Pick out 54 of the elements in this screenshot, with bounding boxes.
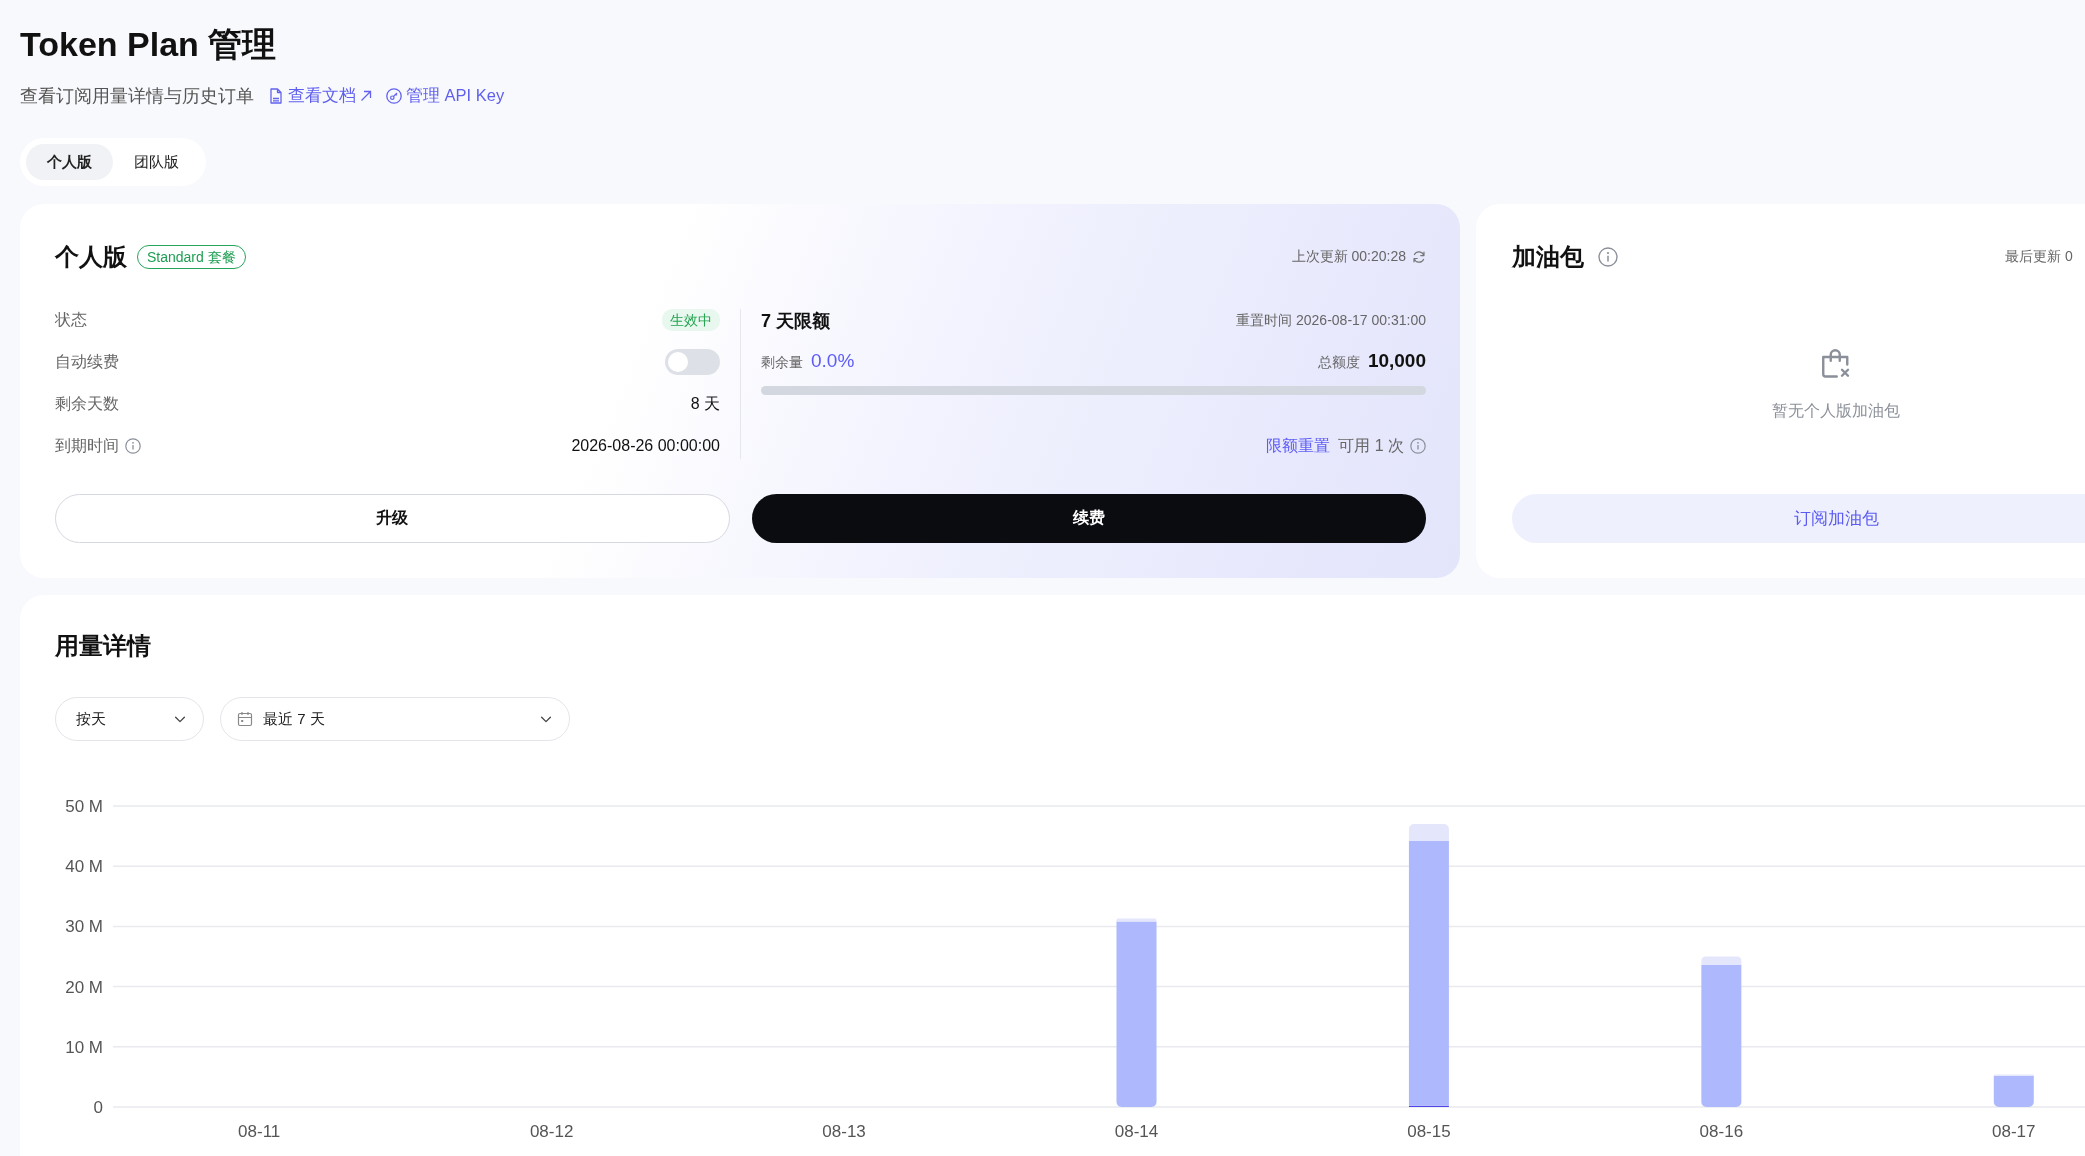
document-icon [268, 88, 284, 104]
axis-label: 08-14 [1114, 1122, 1159, 1141]
remaining-label: 剩余量 [761, 354, 803, 372]
page-title: Token Plan 管理 [20, 24, 277, 65]
reset-time: 重置时间 2026-08-17 00:31:00 [1236, 312, 1426, 330]
toggle-switch[interactable] [665, 349, 720, 375]
action-button[interactable]: 续费 [751, 494, 1426, 543]
total-label: 总额度 [1317, 354, 1360, 372]
tab[interactable]: 团队版 [113, 144, 200, 180]
docs-link[interactable]: 查看文档 [268, 85, 372, 107]
axis-label: 0 [93, 1098, 103, 1117]
calendar-icon [237, 711, 253, 727]
refresh-icon[interactable] [1412, 250, 1426, 264]
axis-label: 08-16 [1699, 1122, 1744, 1141]
axis-label: 08-11 [238, 1122, 281, 1141]
detail-value: 8 天 [690, 393, 720, 414]
page-subtitle: 查看订阅用量详情与历史订单 [20, 85, 254, 108]
axis-label: 30 M [65, 917, 103, 937]
axis-label: 50 M [65, 797, 103, 816]
info-icon[interactable] [125, 438, 141, 454]
reset-count: 可用 1 次 [1338, 435, 1404, 456]
total-value: 10,000 [1367, 350, 1426, 372]
quota-title: 7 天限额 [761, 310, 830, 333]
detail-label: 剩余天数 [55, 393, 119, 414]
subscribe-button[interactable]: 订阅加油包 [1512, 494, 2085, 543]
axis-label: 40 M [65, 857, 103, 877]
date-range-dropdown[interactable]: 最近 7 天 [220, 697, 570, 741]
bag-icon [1821, 348, 1851, 378]
axis-label: 20 M [65, 977, 103, 997]
axis-label: 08-17 [1992, 1122, 2036, 1141]
section-title: 用量详情 [55, 631, 151, 661]
detail-label: 状态 [55, 309, 87, 330]
detail-label: 自动续费 [55, 351, 119, 372]
empty-message: 暂无个人版加油包 [1772, 401, 1900, 421]
detail-value: 2026-08-26 00:00:00 [571, 437, 720, 455]
update-time: 最后更新 0 [2005, 248, 2074, 266]
status-badge: 生效中 [662, 309, 720, 331]
card-title: 加油包 [1512, 242, 1584, 272]
card-title: 个人版 [55, 242, 127, 272]
info-icon[interactable] [1410, 438, 1426, 454]
info-icon[interactable] [1598, 247, 1618, 267]
action-button[interactable]: 升级 [55, 494, 730, 543]
key-icon [386, 88, 402, 104]
axis-label: 08-12 [529, 1122, 574, 1141]
update-time: 上次更新 00:20:28 [1291, 248, 1406, 266]
axis-label: 08-13 [822, 1122, 866, 1141]
axis-label: 10 M [65, 1037, 103, 1057]
remaining-value: 0.0% [811, 350, 855, 372]
tab[interactable]: 个人版 [26, 144, 113, 180]
axis-label: 08-15 [1407, 1122, 1451, 1141]
detail-label: 到期时间 [55, 435, 119, 456]
reset-link[interactable]: 限额重置 [1266, 435, 1331, 457]
api-key-link[interactable]: 管理 API Key [386, 85, 505, 107]
dropdown[interactable]: 按天 [55, 697, 204, 741]
